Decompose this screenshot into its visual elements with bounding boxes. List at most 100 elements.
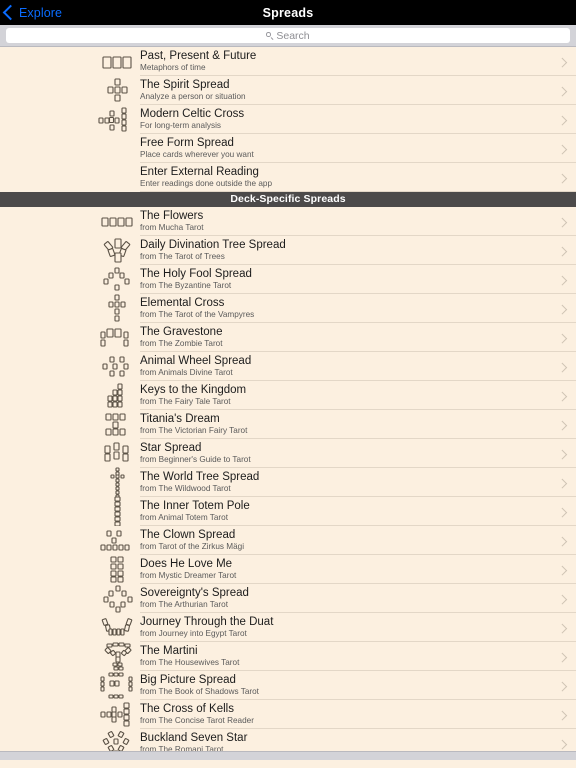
list-item-title: Keys to the Kingdom (140, 383, 247, 396)
keys-kingdom-icon (95, 381, 140, 410)
list-item[interactable]: The Martini from The Housewives Tarot (0, 641, 576, 671)
star-spread-icon (95, 439, 140, 468)
search-input[interactable]: Search (6, 28, 570, 43)
list-item-title: The Spirit Spread (140, 78, 230, 91)
list-item-text: Sovereignty's Spread from The Arthurian T… (140, 587, 552, 611)
list-item[interactable]: Enter External Reading Enter readings don… (0, 163, 576, 192)
love-me-icon (95, 555, 140, 584)
list-item-subtitle: from Mystic Dreamer Tarot (140, 571, 237, 581)
list-item-subtitle: Metaphors of time (140, 63, 206, 73)
list-item[interactable]: The Cross of Kells from The Concise Tarot… (0, 700, 576, 729)
list-item-text: Modern Celtic Cross For long-term analysi… (140, 108, 552, 132)
chevron-right-icon (558, 275, 568, 285)
list-item-title: The Holy Fool Spread (140, 267, 252, 280)
list-item[interactable]: Free Form Spread Place cards wherever you… (0, 134, 576, 163)
list-item[interactable]: Big Picture Spread from The Book of Shado… (0, 671, 576, 700)
list-item[interactable]: Titania's Dream from The Victorian Fairy … (0, 410, 576, 439)
chevron-right-icon (558, 217, 568, 227)
elemental-cross-icon (95, 293, 140, 323)
animal-wheel-icon (95, 352, 140, 381)
list-item-subtitle: from The Tarot of Trees (140, 252, 225, 262)
chevron-right-icon (558, 391, 568, 401)
list-item-title: Journey Through the Duat (140, 615, 274, 628)
list-item[interactable]: The Flowers from Mucha Tarot (0, 207, 576, 236)
list-item-subtitle: Enter readings done outside the app (140, 179, 273, 189)
list-item-text: Past, Present & Future Metaphors of time (140, 50, 552, 74)
boat-icon (95, 613, 140, 642)
list-item[interactable]: The Spirit Spread Analyze a person or sit… (0, 76, 576, 105)
chevron-right-icon (558, 420, 568, 430)
list-item[interactable]: Modern Celtic Cross For long-term analysi… (0, 105, 576, 134)
list-item-subtitle: Place cards wherever you want (140, 150, 254, 160)
list-item-text: The Flowers from Mucha Tarot (140, 210, 552, 234)
list-item-text: Animal Wheel Spread from Animals Divine T… (140, 355, 552, 379)
list-item-title: Daily Divination Tree Spread (140, 238, 286, 251)
chevron-right-icon (558, 594, 568, 604)
chevron-right-icon (558, 449, 568, 459)
chevron-right-icon (558, 536, 568, 546)
four-cards-row-icon (95, 207, 140, 236)
list-item-text: The Clown Spread from Tarot of the Zirkus… (140, 529, 552, 553)
spirit-cross-icon (95, 76, 140, 105)
list-item[interactable]: Star Spread from Beginner's Guide to Taro… (0, 439, 576, 468)
list-item-subtitle: from Tarot of the Zirkus Mägi (140, 542, 245, 552)
spreads-list[interactable]: Past, Present & Future Metaphors of time T… (0, 47, 576, 760)
list-item-text: Enter External Reading Enter readings don… (140, 166, 552, 190)
list-item-subtitle: from The Byzantine Tarot (140, 281, 232, 291)
list-item[interactable]: Sovereignty's Spread from The Arthurian T… (0, 584, 576, 613)
chevron-left-icon (2, 4, 19, 21)
list-item-title: Enter External Reading (140, 165, 259, 178)
list-item-title: The World Tree Spread (140, 470, 260, 483)
list-item-title: Elemental Cross (140, 296, 225, 309)
back-button-explore[interactable]: Explore (0, 0, 68, 25)
list-item[interactable]: The Gravestone from The Zombie Tarot (0, 323, 576, 352)
chevron-right-icon (558, 681, 568, 691)
list-item-title: The Inner Totem Pole (140, 499, 250, 512)
list-item-subtitle: from The Tarot of the Vampyres (140, 310, 255, 320)
list-item-title: Buckland Seven Star (140, 731, 248, 744)
list-item[interactable]: Past, Present & Future Metaphors of time (0, 47, 576, 76)
chevron-right-icon (558, 565, 568, 575)
list-item[interactable]: Elemental Cross from The Tarot of the Vam… (0, 293, 576, 323)
list-item-text: The Spirit Spread Analyze a person or sit… (140, 79, 552, 103)
list-item[interactable]: Journey Through the Duat from Journey int… (0, 613, 576, 642)
list-item[interactable]: Animal Wheel Spread from Animals Divine T… (0, 352, 576, 381)
chevron-right-icon (558, 710, 568, 720)
list-item-title: Star Spread (140, 441, 202, 454)
list-item-text: The World Tree Spread from The Wildwood T… (140, 471, 552, 495)
list-item-title: The Gravestone (140, 325, 223, 338)
chevron-right-icon (558, 652, 568, 662)
list-item-text: Journey Through the Duat from Journey int… (140, 616, 552, 640)
list-item-subtitle: from The Wildwood Tarot (140, 484, 231, 494)
martini-glass-icon (95, 641, 140, 671)
list-item[interactable]: The World Tree Spread from The Wildwood T… (0, 466, 576, 499)
list-item-title: Does He Love Me (140, 557, 233, 570)
three-cards-row-icon (95, 47, 140, 76)
list-item-text: Titania's Dream from The Victorian Fairy … (140, 413, 552, 437)
list-item-subtitle: from The Arthurian Tarot (140, 600, 228, 610)
list-item-title: The Flowers (140, 209, 204, 222)
list-item-title: The Clown Spread (140, 528, 236, 541)
list-item-text: Star Spread from Beginner's Guide to Taro… (140, 442, 552, 466)
list-item[interactable]: Daily Divination Tree Spread from The Tar… (0, 236, 576, 265)
list-item-subtitle: from The Victorian Fairy Tarot (140, 426, 248, 436)
list-item-text: Big Picture Spread from The Book of Shado… (140, 674, 552, 698)
list-item[interactable]: Keys to the Kingdom from The Fairy Tale T… (0, 381, 576, 410)
holy-fool-icon (95, 265, 140, 294)
list-item[interactable]: Does He Love Me from Mystic Dreamer Tarot (0, 555, 576, 584)
list-item-text: The Inner Totem Pole from Animal Totem Ta… (140, 500, 552, 524)
list-item[interactable]: The Inner Totem Pole from Animal Totem Ta… (0, 495, 576, 527)
list-item-text: The Holy Fool Spread from The Byzantine T… (140, 268, 552, 292)
cross-of-kells-icon (95, 700, 140, 729)
chevron-right-icon (558, 57, 568, 67)
list-item[interactable]: The Clown Spread from Tarot of the Zirkus… (0, 526, 576, 555)
sovereignty-icon (95, 584, 140, 613)
list-item-title: Past, Present & Future (140, 49, 257, 62)
chevron-right-icon (558, 304, 568, 314)
list-item-text: Elemental Cross from The Tarot of the Vam… (140, 297, 552, 321)
page-title: Spreads (262, 5, 314, 20)
list-item-title: The Martini (140, 644, 198, 657)
list-item[interactable]: The Holy Fool Spread from The Byzantine T… (0, 265, 576, 294)
chevron-right-icon (558, 173, 568, 183)
list-item-title: Big Picture Spread (140, 673, 236, 686)
